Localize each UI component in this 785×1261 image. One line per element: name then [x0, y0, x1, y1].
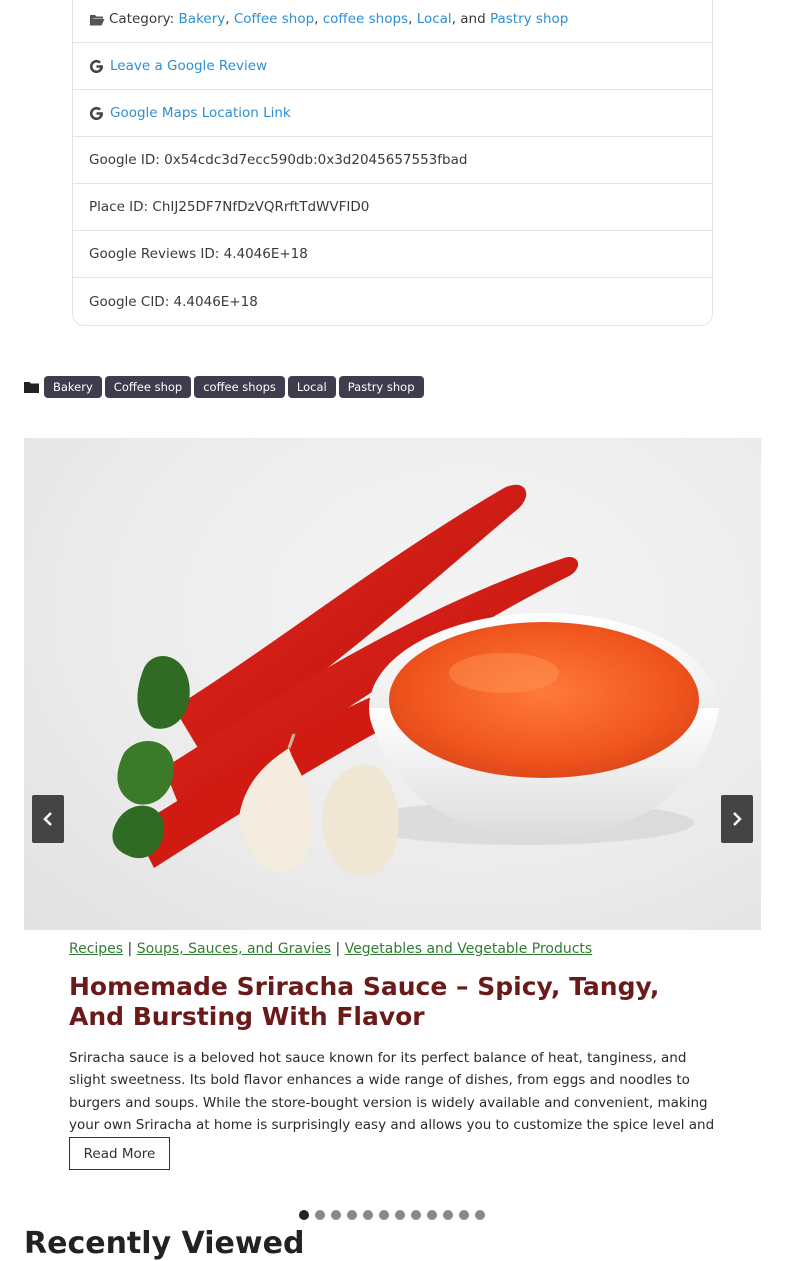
category-link-local[interactable]: Local	[417, 11, 452, 27]
place-id-text: Place ID: ChIJ25DF7NfDzVQRrftTdWVFID0	[89, 199, 370, 215]
slide-image[interactable]	[24, 438, 761, 930]
maps-location-link[interactable]: Google Maps Location Link	[110, 105, 291, 121]
tag-list: Bakery Coffee shop coffee shops Local Pa…	[24, 376, 424, 398]
slider-dot-10[interactable]	[443, 1210, 453, 1220]
read-more-button[interactable]: Read More	[69, 1137, 170, 1170]
chevron-left-icon	[43, 812, 52, 826]
slider-dot-7[interactable]	[395, 1210, 405, 1220]
place-id-row: Place ID: ChIJ25DF7NfDzVQRrftTdWVFID0	[73, 184, 712, 231]
post-category-soups[interactable]: Soups, Sauces, and Gravies	[137, 941, 331, 957]
reviews-id-row: Google Reviews ID: 4.4046E+18	[73, 231, 712, 278]
slider-dot-8[interactable]	[411, 1210, 421, 1220]
business-details-card: Category: Bakery, Coffee shop, coffee sh…	[72, 0, 713, 326]
slider-dot-2[interactable]	[315, 1210, 325, 1220]
category-label: Category:	[109, 11, 175, 27]
cid-row: Google CID: 4.4046E+18	[73, 278, 712, 325]
slider-dot-6[interactable]	[379, 1210, 389, 1220]
category-link-coffee-shops[interactable]: coffee shops	[323, 11, 408, 27]
folder-open-icon	[89, 14, 105, 25]
chevron-right-icon	[733, 812, 742, 826]
slider-dot-4[interactable]	[347, 1210, 357, 1220]
google-id-text: Google ID: 0x54cdc3d7ecc590db:0x3d204565…	[89, 152, 468, 168]
leave-review-link[interactable]: Leave a Google Review	[110, 58, 267, 74]
post-category-recipes[interactable]: Recipes	[69, 941, 123, 957]
tag-bakery[interactable]: Bakery	[44, 376, 102, 398]
cid-text: Google CID: 4.4046E+18	[89, 293, 258, 310]
slider-pagination	[299, 1210, 491, 1220]
tag-coffee-shops[interactable]: coffee shops	[194, 376, 285, 398]
category-link-bakery[interactable]: Bakery	[179, 11, 226, 27]
slider-dot-3[interactable]	[331, 1210, 341, 1220]
folder-icon	[24, 382, 39, 393]
tag-local[interactable]: Local	[287, 376, 336, 398]
post-categories: Recipes | Soups, Sauces, and Gravies | V…	[69, 941, 592, 957]
slider-dot-1[interactable]	[299, 1210, 309, 1220]
slider-dot-12[interactable]	[475, 1210, 485, 1220]
google-icon	[89, 59, 104, 73]
maps-row: Google Maps Location Link	[73, 90, 712, 137]
google-icon	[89, 106, 104, 120]
category-separator: |	[335, 941, 341, 957]
category-link-pastry-shop[interactable]: Pastry shop	[490, 11, 568, 27]
section-heading: Recently Viewed	[24, 1226, 305, 1261]
category-row: Category: Bakery, Coffee shop, coffee sh…	[73, 0, 712, 43]
post-category-vegetables[interactable]: Vegetables and Vegetable Products	[345, 941, 593, 957]
sriracha-chili-garlic-image	[112, 484, 719, 877]
tag-coffee-shop[interactable]: Coffee shop	[104, 376, 192, 398]
post-title[interactable]: Homemade Sriracha Sauce – Spicy, Tangy, …	[69, 972, 709, 1032]
google-id-row: Google ID: 0x54cdc3d7ecc590db:0x3d204565…	[73, 137, 712, 184]
category-separator: |	[127, 941, 133, 957]
slider-dot-5[interactable]	[363, 1210, 373, 1220]
review-row: Leave a Google Review	[73, 43, 712, 90]
category-and: , and	[451, 11, 490, 27]
slider-dot-11[interactable]	[459, 1210, 469, 1220]
slider-dot-9[interactable]	[427, 1210, 437, 1220]
tag-pastry-shop[interactable]: Pastry shop	[338, 376, 424, 398]
category-link-coffee-shop[interactable]: Coffee shop	[234, 11, 314, 27]
reviews-id-text: Google Reviews ID: 4.4046E+18	[89, 246, 308, 262]
slider-next-button[interactable]	[721, 795, 753, 843]
slider-prev-button[interactable]	[32, 795, 64, 843]
